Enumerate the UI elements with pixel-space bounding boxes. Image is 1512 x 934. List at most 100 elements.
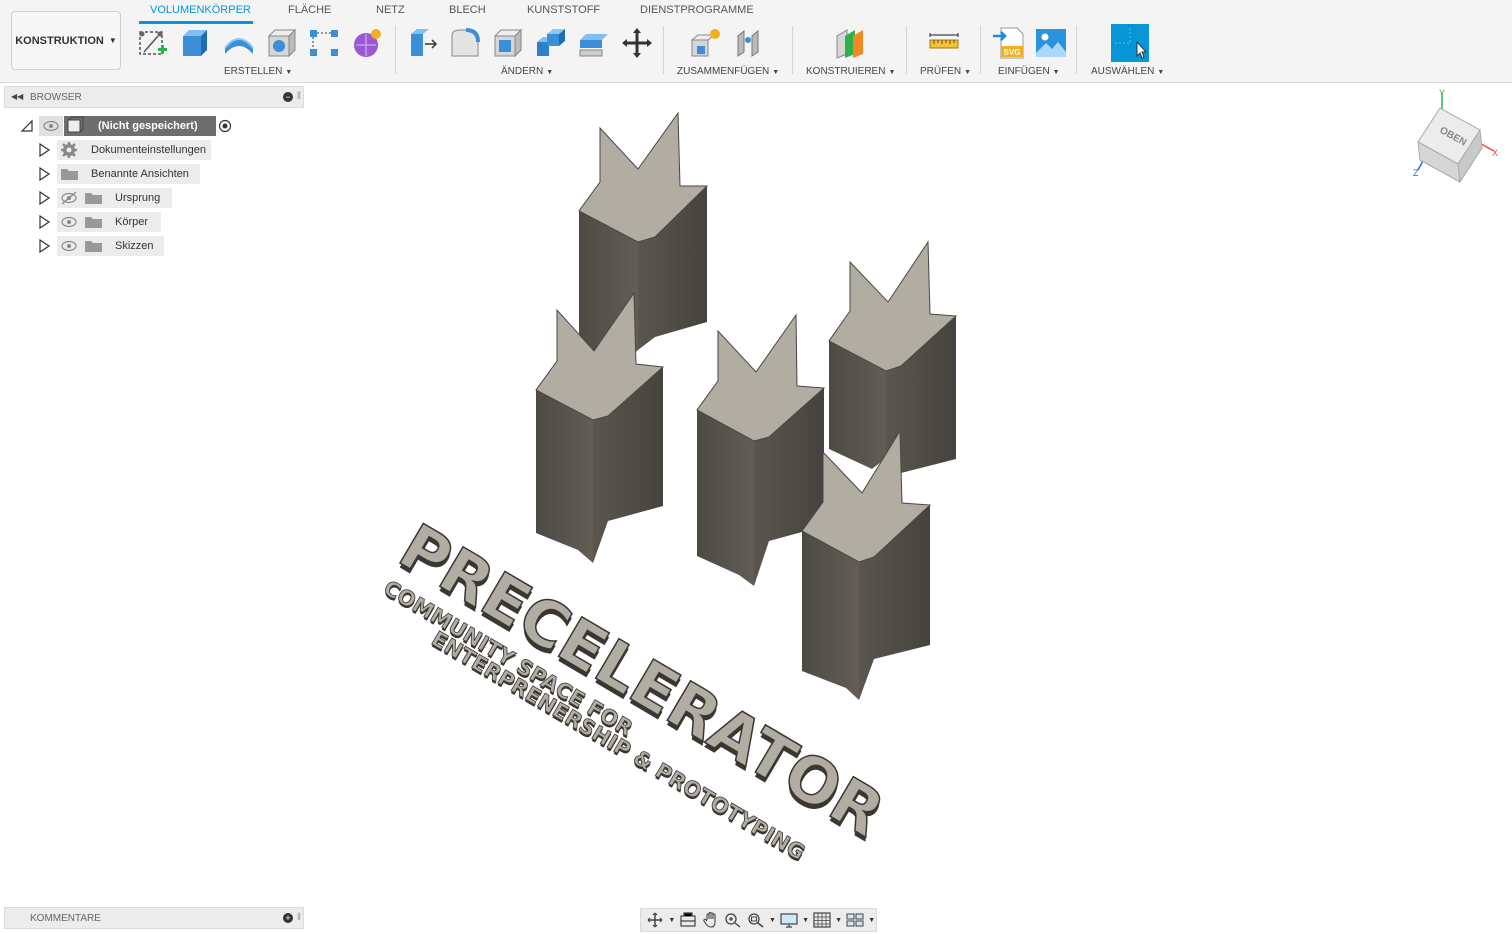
cursor-icon	[1115, 28, 1147, 59]
tab-volumenkoerper[interactable]: VOLUMENKÖRPER	[150, 4, 251, 16]
grid-settings-button[interactable]	[812, 910, 833, 930]
pattern-icon	[310, 30, 338, 56]
move-button[interactable]	[619, 24, 655, 62]
star-prism[interactable]	[828, 240, 958, 473]
aendern-menu[interactable]: ÄNDERN ▼	[501, 66, 553, 77]
pan-button[interactable]	[701, 910, 722, 930]
grid-icon	[813, 912, 831, 928]
revolve-button[interactable]	[221, 24, 257, 62]
press-pull-icon	[411, 29, 438, 56]
hole-icon	[267, 28, 297, 58]
zusammenfuegen-menu[interactable]: ZUSAMMENFÜGEN ▼	[677, 66, 779, 77]
plus-icon[interactable]: +	[283, 913, 293, 923]
measure-icon	[929, 33, 959, 49]
model-viewport[interactable]: PRECELERATOR PRECELERATOR COMMUNITY SPAC…	[0, 82, 1512, 907]
chevron-down-icon: ▼	[769, 916, 776, 924]
comments-panel: KOMMENTARE + ‖	[4, 907, 304, 929]
zoom-icon	[725, 913, 741, 928]
tab-dienstprogramme[interactable]: DIENSTPROGRAMME	[640, 4, 754, 16]
orbit-dropdown[interactable]: ▼	[668, 910, 677, 930]
create-form-button[interactable]	[349, 24, 385, 62]
grid-dropdown[interactable]: ▼	[834, 910, 843, 930]
chevron-down-icon: ▼	[285, 69, 293, 76]
zoom-dropdown[interactable]: ▼	[768, 910, 777, 930]
offset-face-icon	[579, 34, 608, 57]
offset-face-button[interactable]	[576, 24, 612, 62]
create-sketch-button[interactable]	[135, 24, 171, 62]
einfuegen-label: EINFÜGEN	[998, 66, 1050, 77]
auswaehlen-label: AUSWÄHLEN	[1091, 66, 1155, 77]
fillet-button[interactable]	[447, 24, 483, 62]
hole-button[interactable]	[264, 24, 300, 62]
chevron-down-icon: ▼	[802, 916, 810, 924]
combine-icon	[537, 29, 565, 56]
comments-title: KOMMENTARE	[30, 913, 101, 924]
zoom-window-button[interactable]	[746, 910, 767, 930]
grip-icon[interactable]: ‖	[297, 912, 301, 923]
tab-kunststoff[interactable]: KUNSTSTOFF	[527, 4, 600, 16]
erstellen-label: ERSTELLEN	[224, 66, 283, 77]
new-component-icon	[690, 29, 720, 57]
chevron-down-icon: ▼	[1052, 69, 1060, 76]
shell-button[interactable]	[490, 24, 526, 62]
display-settings-button[interactable]	[779, 910, 800, 930]
pattern-button[interactable]	[306, 24, 342, 62]
navigation-bar: ▼ ▼ ▼ ▼ ▼	[640, 908, 877, 932]
create-form-icon	[354, 29, 381, 57]
toolbar: KONSTRUKTION ▼ VOLUMENKÖRPER FLÄCHE NETZ …	[0, 0, 1512, 83]
insert-svg-button[interactable]: SVG	[990, 24, 1026, 62]
pruefen-menu[interactable]: PRÜFEN ▼	[920, 66, 971, 77]
workspace-switcher[interactable]: KONSTRUKTION ▼	[11, 11, 121, 70]
chevron-down-icon: ▼	[888, 69, 896, 76]
toolbar-divider	[980, 26, 981, 74]
z-axis-label: Z	[1413, 168, 1419, 178]
measure-button[interactable]	[926, 24, 962, 62]
tab-netz[interactable]: NETZ	[376, 4, 405, 16]
x-axis-label: X	[1492, 148, 1498, 158]
extrude-button[interactable]	[178, 24, 214, 62]
auswaehlen-menu[interactable]: AUSWÄHLEN ▼	[1091, 66, 1164, 77]
select-button[interactable]	[1111, 24, 1149, 62]
joint-button[interactable]	[731, 24, 767, 62]
chevron-down-icon: ▼	[772, 69, 780, 76]
toolbar-divider	[1076, 26, 1077, 74]
erstellen-menu[interactable]: ERSTELLEN ▼	[224, 66, 292, 77]
zoom-button[interactable]	[723, 910, 744, 930]
insert-svg-icon: SVG	[993, 27, 1024, 59]
tab-flaeche[interactable]: FLÄCHE	[288, 4, 331, 16]
image-icon	[1036, 29, 1066, 57]
move-icon	[622, 28, 652, 58]
revolve-icon	[224, 38, 254, 54]
look-at-button[interactable]	[678, 910, 699, 930]
combine-button[interactable]	[533, 24, 569, 62]
look-at-icon	[680, 912, 696, 927]
viewports-button[interactable]	[845, 910, 866, 930]
aendern-label: ÄNDERN	[501, 66, 544, 77]
create-sketch-icon	[139, 31, 167, 55]
extrude-icon	[183, 30, 207, 56]
svg-text:SVG: SVG	[1004, 48, 1021, 57]
chevron-down-icon: ▼	[1157, 69, 1165, 76]
toolbar-divider	[663, 26, 664, 74]
orbit-icon	[647, 912, 663, 928]
workspace-label: KONSTRUKTION	[15, 34, 104, 47]
press-pull-button[interactable]	[404, 24, 440, 62]
toolbar-divider	[906, 26, 907, 74]
chevron-down-icon: ▼	[668, 916, 676, 924]
pan-hand-icon	[703, 912, 716, 928]
new-component-button[interactable]	[688, 24, 724, 62]
y-axis-label: Y	[1439, 88, 1445, 98]
viewports-dropdown[interactable]: ▼	[867, 910, 876, 930]
display-dropdown[interactable]: ▼	[801, 910, 810, 930]
zusammenfuegen-label: ZUSAMMENFÜGEN	[677, 66, 770, 77]
orbit-button[interactable]	[645, 910, 666, 930]
view-cube[interactable]: Y X Z OBEN	[1410, 88, 1502, 188]
konstruieren-menu[interactable]: KONSTRUIEREN ▼	[806, 66, 895, 77]
einfuegen-menu[interactable]: EINFÜGEN ▼	[998, 66, 1060, 77]
toolbar-divider	[792, 26, 793, 74]
star-prism[interactable]	[578, 111, 709, 365]
pruefen-label: PRÜFEN	[920, 66, 962, 77]
canvas-button[interactable]	[1033, 24, 1069, 62]
offset-plane-button[interactable]	[832, 24, 868, 62]
tab-blech[interactable]: BLECH	[449, 4, 486, 16]
